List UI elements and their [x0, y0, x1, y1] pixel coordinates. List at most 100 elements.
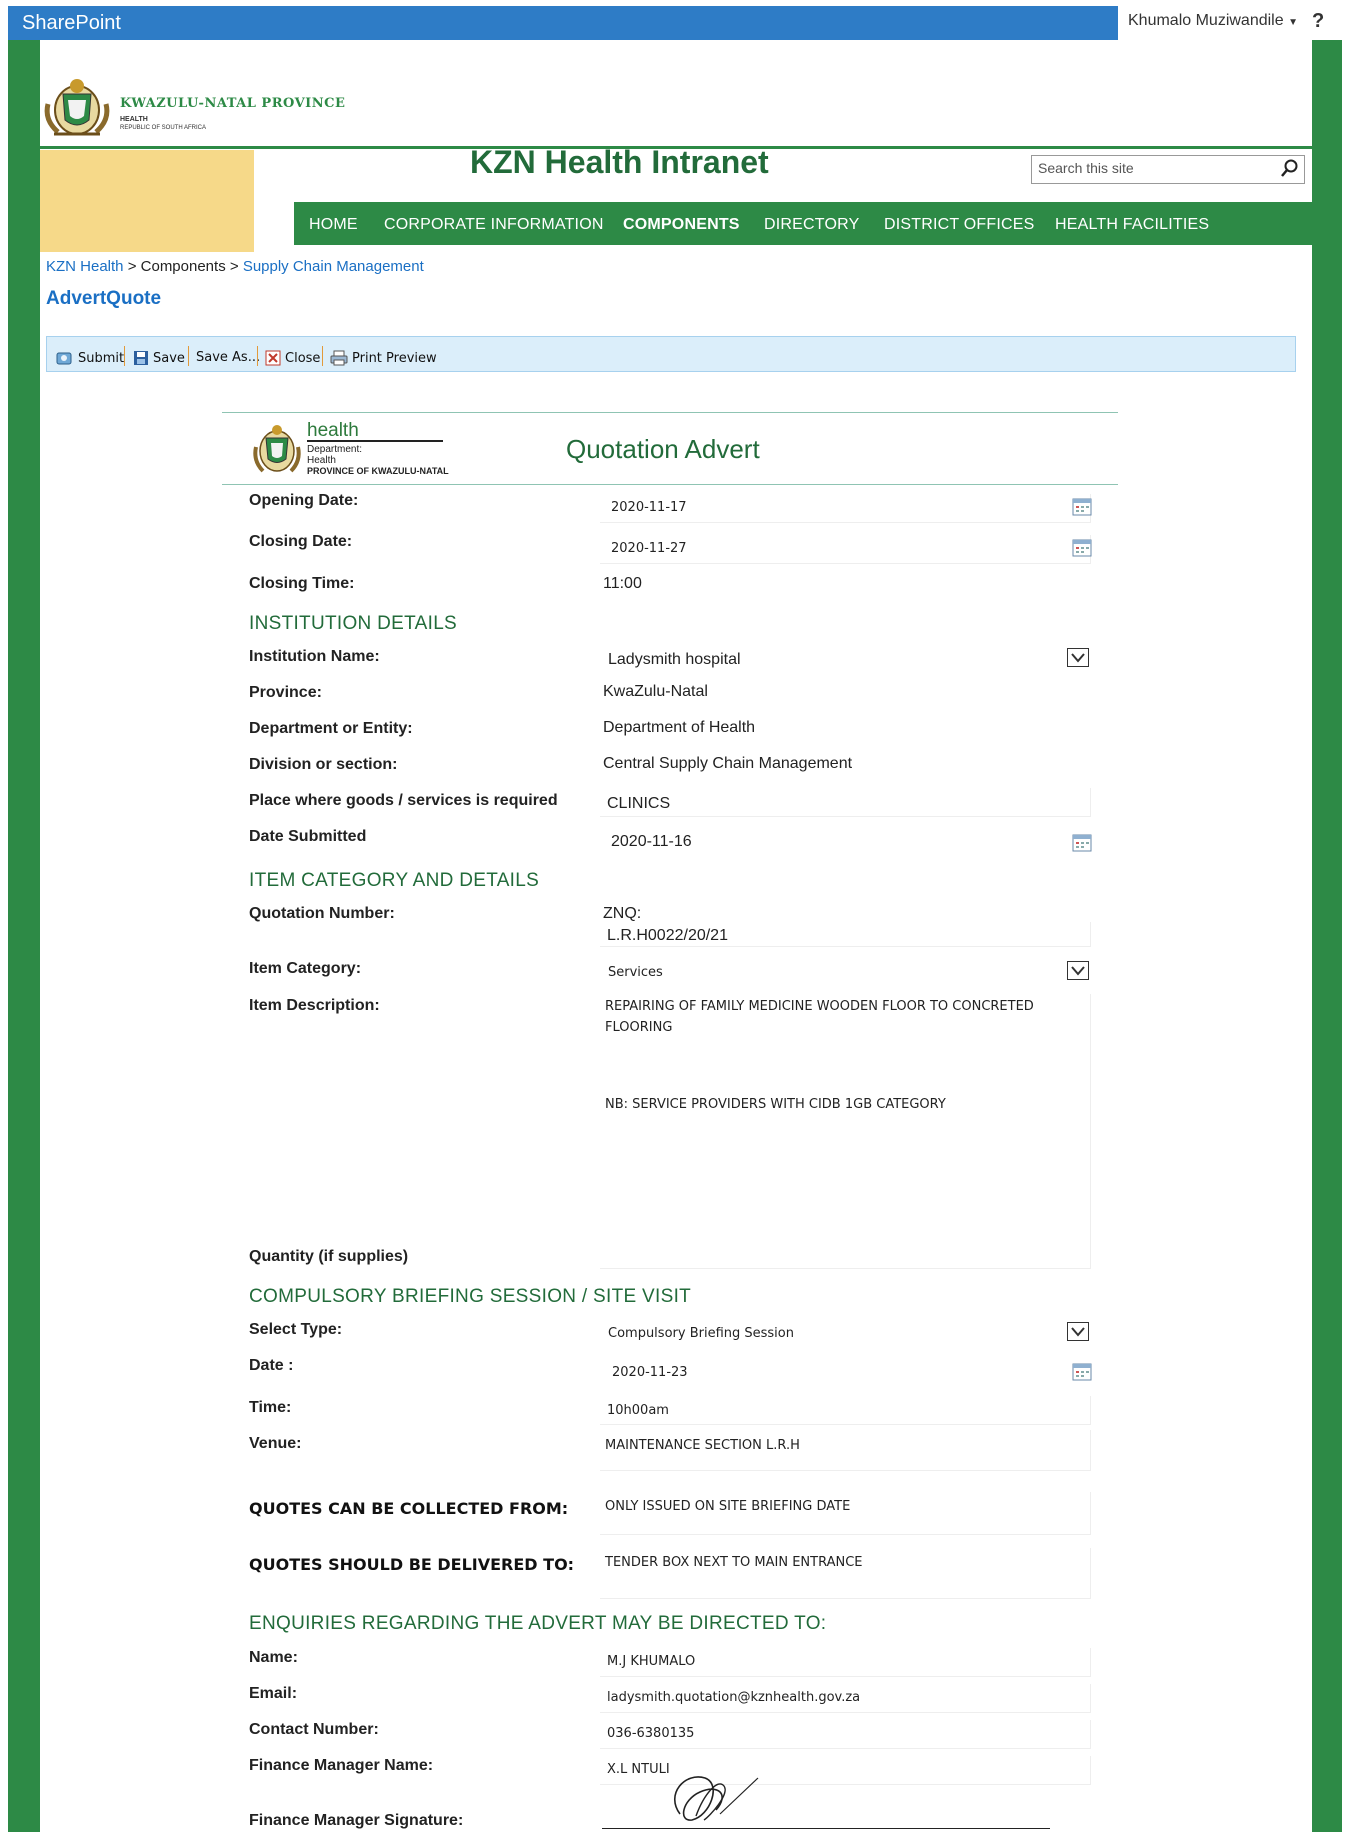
province-value[interactable]: KwaZulu-Natal — [603, 683, 708, 701]
item-category-value[interactable]: Services — [608, 965, 663, 980]
chevron-down-icon — [1071, 653, 1085, 663]
item-category-dropdown[interactable] — [1067, 961, 1089, 980]
form-header-line — [222, 412, 1118, 413]
closing-date-value: 2020-11-27 — [611, 541, 687, 556]
department-entity-label: Department or Entity: — [249, 720, 413, 737]
nav-corporate-information[interactable]: CORPORATE INFORMATION — [384, 216, 604, 234]
item-details-heading: ITEM CATEGORY AND DETAILS — [249, 870, 540, 891]
contact-name-value: M.J KHUMALO — [607, 1654, 696, 1669]
province-sub-country: REPUBLIC OF SOUTH AFRICA — [120, 125, 207, 131]
printer-icon — [330, 350, 348, 366]
nav-components[interactable]: COMPONENTS — [623, 216, 740, 234]
user-name: Khumalo Muziwandile — [1128, 12, 1284, 29]
search-placeholder: Search this site — [1038, 160, 1134, 176]
breadcrumb-separator: > — [127, 258, 137, 275]
chevron-down-icon — [1071, 966, 1085, 976]
health-wordmark-rule — [307, 440, 443, 442]
item-description-line1: REPAIRING OF FAMILY MEDICINE WOODEN FLOO… — [605, 999, 1034, 1014]
date-submitted-label: Date Submitted — [249, 828, 367, 845]
help-icon[interactable]: ? — [1312, 10, 1324, 33]
closing-date-label: Closing Date: — [249, 533, 353, 550]
division-label: Division or section: — [249, 756, 398, 773]
institution-dropdown[interactable] — [1067, 648, 1089, 667]
calendar-icon[interactable] — [1072, 539, 1092, 557]
item-category-label: Item Category: — [249, 960, 362, 977]
submit-icon — [56, 352, 72, 365]
enquiries-heading: ENQUIRIES REGARDING THE ADVERT MAY BE DI… — [249, 1613, 827, 1634]
save-label: Save — [153, 350, 185, 366]
department-entity-value[interactable]: Department of Health — [603, 719, 755, 737]
opening-date-value: 2020-11-17 — [611, 500, 687, 515]
toolbar-separator — [188, 346, 189, 366]
email-label: Email: — [249, 1685, 298, 1702]
quotation-number-prefix: ZNQ: — [603, 905, 642, 922]
chevron-down-icon — [1071, 1327, 1085, 1337]
venue-label: Venue: — [249, 1435, 302, 1452]
frame-left — [8, 40, 40, 1832]
sharepoint-bar — [8, 6, 1118, 40]
institution-name-value[interactable]: Ladysmith hospital — [608, 651, 741, 669]
chevron-down-icon: ▼ — [1288, 17, 1298, 28]
close-label: Close — [285, 350, 321, 366]
closing-time-label: Closing Time: — [249, 575, 355, 592]
search-icon[interactable] — [1280, 158, 1300, 178]
briefing-date-label: Date : — [249, 1357, 294, 1374]
nav-home[interactable]: HOME — [309, 216, 358, 234]
select-type-label: Select Type: — [249, 1321, 343, 1338]
calendar-icon[interactable] — [1072, 834, 1092, 852]
briefing-time-field[interactable] — [600, 1396, 1091, 1425]
date-submitted-value[interactable]: 2020-11-16 — [611, 833, 692, 851]
save-as-label: Save As... — [196, 350, 261, 365]
close-button[interactable]: Close — [265, 350, 320, 366]
deliver-to-value: TENDER BOX NEXT TO MAIN ENTRANCE — [605, 1555, 863, 1570]
breadcrumb-root[interactable]: KZN Health — [46, 258, 124, 275]
institution-details-heading: INSTITUTION DETAILS — [249, 613, 458, 634]
submit-label: Submit — [78, 350, 125, 366]
print-preview-button[interactable]: Print Preview — [330, 350, 437, 366]
banner-block — [40, 150, 254, 252]
place-required-value: CLINICS — [607, 795, 671, 812]
province-label: Province: — [249, 684, 322, 701]
breadcrumb-current[interactable]: Supply Chain Management — [243, 258, 424, 275]
user-menu[interactable]: Khumalo Muziwandile ▼ — [1128, 12, 1298, 30]
place-required-field[interactable] — [600, 788, 1091, 817]
save-as-button[interactable]: Save As... — [196, 350, 260, 365]
health-coat-of-arms-logo — [253, 425, 301, 473]
item-description-note: NB: SERVICE PROVIDERS WITH CIDB 1GB CATE… — [605, 1097, 946, 1112]
sharepoint-title[interactable]: SharePoint — [22, 12, 121, 35]
quotation-number-value: L.R.H0022/20/21 — [607, 927, 728, 944]
select-type-value[interactable]: Compulsory Briefing Session — [608, 1326, 794, 1341]
closing-time-value[interactable]: 11:00 — [603, 575, 642, 593]
institution-name-label: Institution Name: — [249, 648, 380, 665]
item-description-label: Item Description: — [249, 997, 380, 1014]
page-title: AdvertQuote — [46, 288, 162, 309]
save-icon — [134, 351, 148, 365]
collect-from-value: ONLY ISSUED ON SITE BRIEFING DATE — [605, 1499, 851, 1514]
frame-right — [1312, 40, 1342, 1832]
collect-from-label: QUOTES CAN BE COLLECTED FROM: — [249, 1499, 569, 1518]
contact-number-value: 036-6380135 — [607, 1726, 695, 1741]
save-button[interactable]: Save — [133, 350, 185, 366]
nav-directory[interactable]: DIRECTORY — [764, 216, 859, 234]
venue-value: MAINTENANCE SECTION L.R.H — [605, 1438, 800, 1453]
site-title[interactable]: KZN Health Intranet — [470, 144, 769, 181]
department-name: Health — [307, 455, 336, 466]
nav-district-offices[interactable]: DISTRICT OFFICES — [884, 216, 1034, 234]
item-description-line2: FLOORING — [605, 1020, 673, 1035]
signature-line — [602, 1828, 1050, 1829]
submit-button[interactable]: Submit — [56, 350, 124, 366]
calendar-icon[interactable] — [1072, 498, 1092, 516]
calendar-icon[interactable] — [1072, 1363, 1092, 1381]
select-type-dropdown[interactable] — [1067, 1322, 1089, 1341]
briefing-date-value[interactable]: 2020-11-23 — [612, 1365, 688, 1380]
division-value[interactable]: Central Supply Chain Management — [603, 755, 852, 773]
breadcrumb-separator: > — [229, 258, 239, 275]
form-header-line — [222, 484, 1118, 485]
item-description-field[interactable] — [600, 994, 1091, 1269]
nav-health-facilities[interactable]: HEALTH FACILITIES — [1055, 216, 1209, 234]
toolbar-separator — [124, 346, 125, 366]
finance-manager-signature-label: Finance Manager Signature: — [249, 1812, 464, 1829]
form-title: Quotation Advert — [566, 434, 760, 464]
province-sub-health: HEALTH — [120, 116, 148, 123]
finance-manager-name-label: Finance Manager Name: — [249, 1757, 434, 1774]
